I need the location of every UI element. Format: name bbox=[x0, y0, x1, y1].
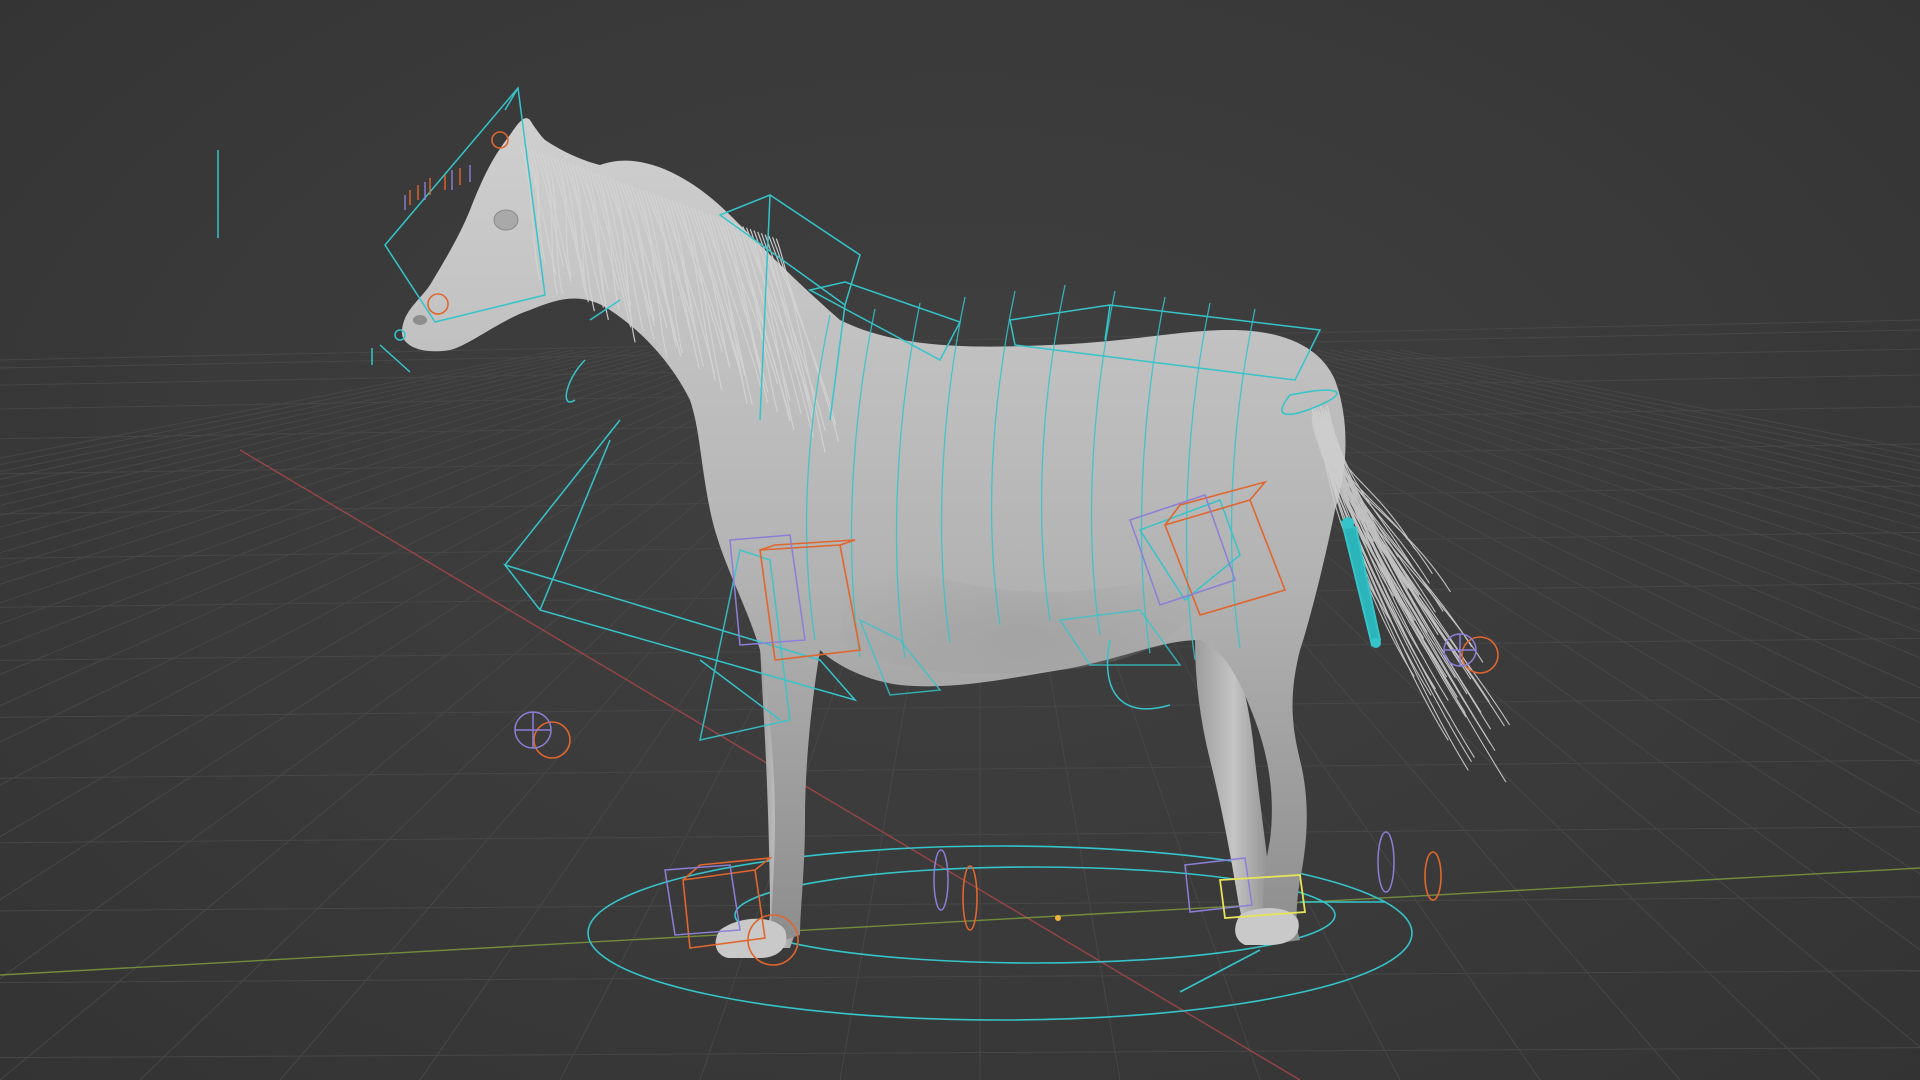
muzzle-controls[interactable] bbox=[371, 329, 411, 373]
grid-line bbox=[0, 349, 771, 648]
grid-line bbox=[0, 896, 1920, 912]
grid-line bbox=[0, 349, 785, 675]
grid-line bbox=[1259, 349, 1920, 542]
grid-line bbox=[0, 349, 813, 743]
grid-line bbox=[0, 349, 673, 528]
grid-line bbox=[0, 826, 1920, 844]
grid-line bbox=[0, 349, 757, 625]
grid-line bbox=[0, 349, 743, 604]
grid-line bbox=[0, 1047, 1920, 1059]
tail-strand bbox=[1327, 419, 1492, 730]
origin-pivot bbox=[1055, 915, 1061, 921]
tail-bone-tail bbox=[1371, 638, 1381, 648]
grid-line bbox=[0, 349, 659, 517]
grid-line bbox=[0, 970, 1920, 984]
grid-line bbox=[1343, 349, 1920, 479]
grid-line bbox=[1399, 349, 1920, 451]
grid-line bbox=[1245, 349, 1920, 557]
grid-line bbox=[0, 349, 715, 569]
tail-strand bbox=[1326, 421, 1482, 713]
grid-line bbox=[0, 349, 687, 540]
scene-canvas[interactable] bbox=[0, 0, 1920, 1080]
horse-eye bbox=[493, 209, 519, 231]
grid-line bbox=[1329, 349, 1920, 488]
horse-body-mesh bbox=[401, 118, 1346, 945]
tail-bone-head bbox=[1342, 517, 1354, 529]
grid-line bbox=[0, 759, 1920, 779]
grid-line bbox=[0, 349, 631, 497]
grid-line bbox=[1371, 349, 1920, 464]
3d-viewport[interactable] bbox=[0, 0, 1920, 1080]
grid-line bbox=[0, 349, 799, 707]
grid-line bbox=[0, 696, 1920, 718]
y-axis-line bbox=[0, 867, 1920, 976]
horse-nostril bbox=[413, 315, 427, 325]
